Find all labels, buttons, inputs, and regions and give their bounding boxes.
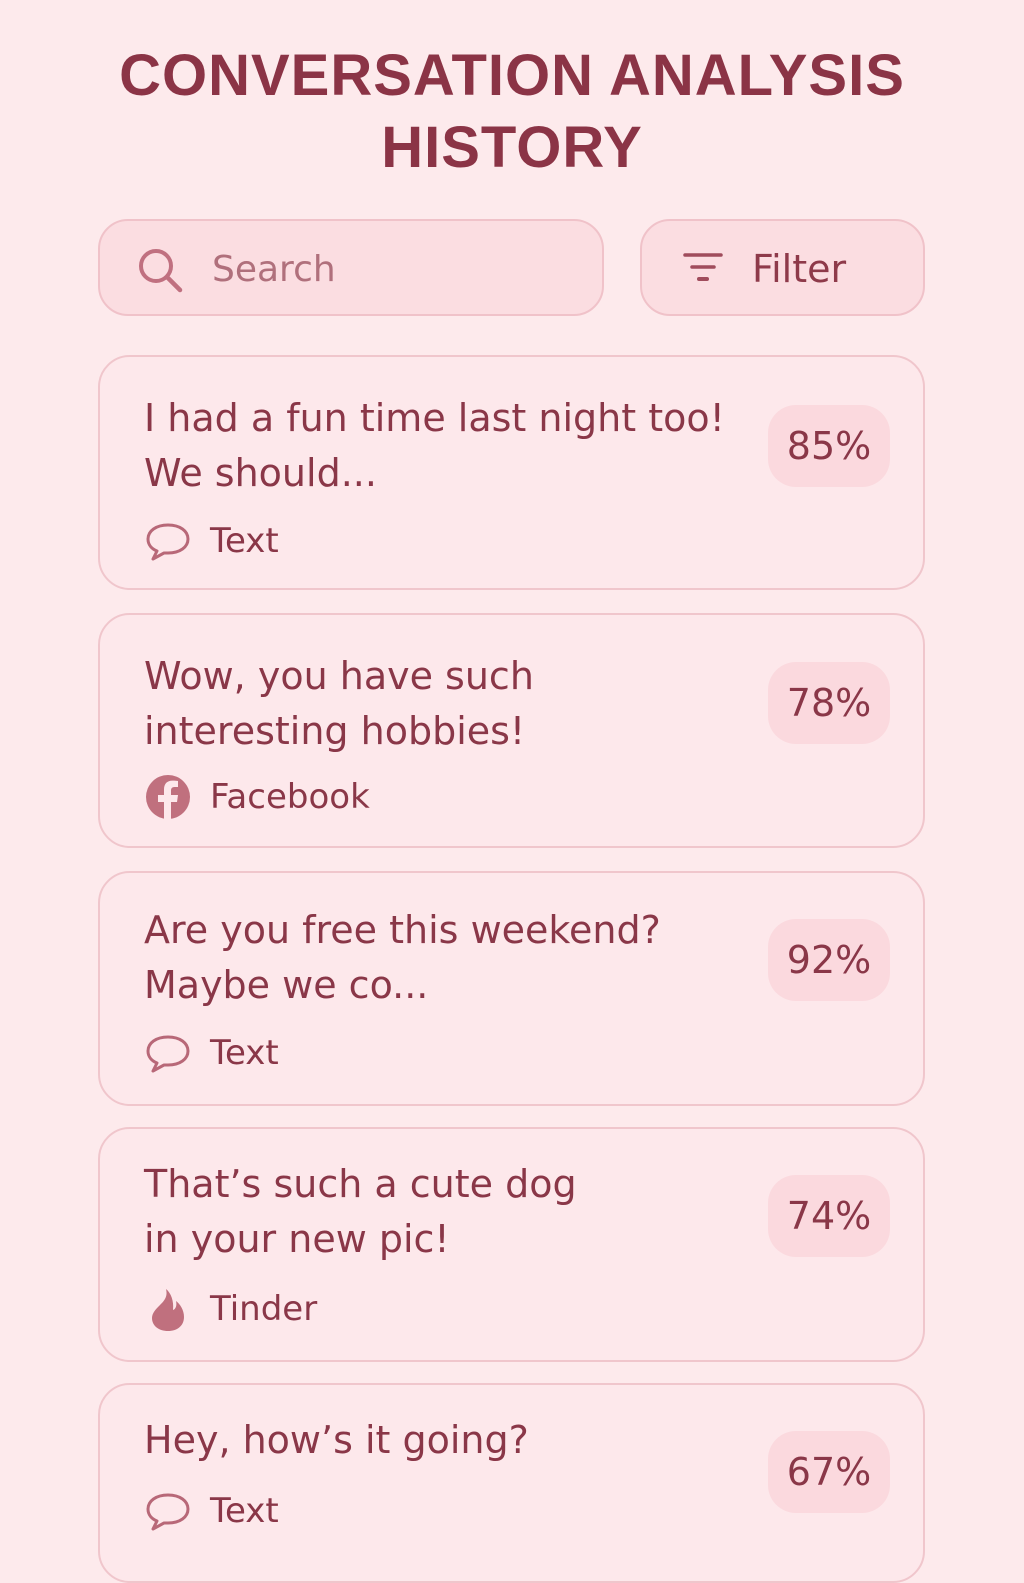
preview-line-2: We should... [144, 451, 377, 495]
source-tag: Text [144, 1487, 279, 1535]
search-input[interactable] [212, 241, 582, 297]
speech-bubble-icon [146, 523, 190, 561]
search-bar[interactable] [98, 219, 604, 316]
source-tag: Text [144, 1029, 279, 1077]
preview-line-1: Are you free this weekend? [144, 908, 661, 952]
score-badge: 85% [768, 405, 890, 487]
source-label: Facebook [210, 777, 370, 817]
filter-button[interactable]: Filter [640, 219, 925, 316]
filter-label: Filter [752, 247, 847, 291]
score-badge: 74% [768, 1175, 890, 1257]
conversation-preview: Are you free this weekend? Maybe we co..… [144, 903, 744, 1013]
conversation-preview: I had a fun time last night too! We shou… [144, 391, 744, 501]
conversation-card[interactable]: Wow, you have such interesting hobbies! … [98, 613, 925, 848]
preview-line-2: in your new pic! [144, 1217, 450, 1261]
source-tag: Tinder [144, 1285, 317, 1333]
preview-line-2: interesting hobbies! [144, 709, 526, 753]
preview-line-2: Maybe we co... [144, 963, 429, 1007]
conversation-preview: Hey, how’s it going? [144, 1413, 744, 1468]
search-icon [139, 249, 183, 293]
score-badge: 67% [768, 1431, 890, 1513]
source-tag: Text [144, 517, 279, 565]
page-title-line-1: CONVERSATION ANALYSIS [119, 43, 905, 108]
preview-line-1: That’s such a cute dog [144, 1162, 577, 1206]
preview-line-1: Wow, you have such [144, 654, 534, 698]
source-label: Tinder [210, 1289, 318, 1329]
source-label: Text [210, 1033, 279, 1073]
tinder-flame-icon [152, 1289, 184, 1331]
source-label: Text [210, 521, 279, 561]
score-badge: 92% [768, 919, 890, 1001]
conversation-preview: That’s such a cute dog in your new pic! [144, 1157, 744, 1267]
facebook-icon [146, 775, 190, 819]
page-title-line-2: HISTORY [381, 115, 643, 180]
conversation-preview: Wow, you have such interesting hobbies! [144, 649, 744, 759]
speech-bubble-icon [146, 1035, 190, 1073]
score-badge: 78% [768, 662, 890, 744]
conversation-card[interactable]: That’s such a cute dog in your new pic! … [98, 1127, 925, 1362]
speech-bubble-icon [146, 1493, 190, 1531]
filter-icon [683, 253, 723, 281]
preview-line-1: I had a fun time last night too! [144, 396, 725, 440]
conversation-card[interactable]: Hey, how’s it going? 67% Text [98, 1383, 925, 1583]
conversation-card[interactable]: I had a fun time last night too! We shou… [98, 355, 925, 590]
source-tag: Facebook [144, 773, 370, 821]
source-label: Text [210, 1491, 279, 1531]
preview-line-1: Hey, how’s it going? [144, 1418, 529, 1462]
conversation-card[interactable]: Are you free this weekend? Maybe we co..… [98, 871, 925, 1106]
page-title: CONVERSATION ANALYSIS HISTORY [0, 40, 1024, 184]
